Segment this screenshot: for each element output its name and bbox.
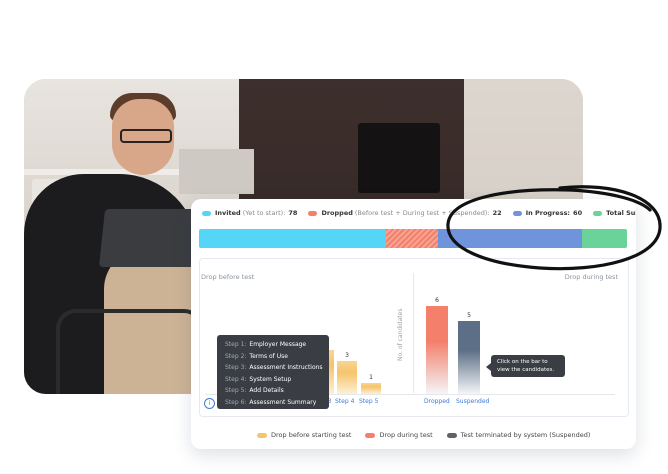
steps-popover: Step 1: Employer Message Step 2: Terms of … <box>217 335 329 409</box>
legend-swatch <box>308 210 318 216</box>
legend-item-suspended: Test terminated by system (Suspended) <box>446 431 591 439</box>
legend-swatch <box>202 210 211 216</box>
step-row: Step 5: Add Details <box>225 385 329 397</box>
step-number: Step 4: <box>225 375 247 383</box>
step-number: Step 1: <box>225 341 247 348</box>
legend-swatch <box>446 432 457 438</box>
bottom-legend: Drop before starting test Drop during te… <box>257 431 604 439</box>
photo-chair <box>56 309 204 394</box>
x-tick-label[interactable]: Suspended <box>456 398 489 405</box>
legend-item-drop-before: Drop before starting test <box>257 431 351 439</box>
y-axis-label: No. of candidates <box>397 308 404 361</box>
bar-value-label: 1 <box>369 374 373 381</box>
step-label: System Setup <box>249 375 292 383</box>
legend-label: Drop during test <box>379 431 433 439</box>
step-number: Step 5: <box>225 387 247 394</box>
bar-dropped[interactable] <box>426 306 448 394</box>
legend-value: 78 <box>288 209 298 217</box>
bar-value-label: 3 <box>345 352 349 359</box>
step-label: Assessment Instructions <box>249 364 323 371</box>
step-row: Step 1: Employer Message <box>225 339 329 351</box>
bar-value-label: 6 <box>435 297 439 305</box>
bar-step-5[interactable] <box>361 383 381 394</box>
bar-suspended[interactable] <box>458 321 480 394</box>
step-label: Terms of Use <box>249 352 288 360</box>
step-row: Step 6: Assessment Summary <box>225 397 329 409</box>
drop-before-test-title: Drop before test <box>201 273 255 281</box>
step-row: Step 4: System Setup <box>225 374 329 386</box>
photo-laptop <box>98 209 201 267</box>
legend-label: Invited <box>215 209 241 217</box>
legend-label: Dropped <box>321 209 353 217</box>
panel-divider <box>413 273 414 393</box>
x-tick-label[interactable]: Step 5 <box>359 398 378 405</box>
legend-item-invited: Invited (Yet to start): 78 <box>202 209 297 217</box>
info-icon[interactable]: i <box>204 398 215 409</box>
stacked-segment-invited[interactable] <box>199 229 386 248</box>
bar-value-label: 5 <box>467 312 471 319</box>
bar-click-tooltip: Click on the bar to view the candidates. <box>486 355 565 377</box>
step-row: Step 2: Terms of Use <box>225 351 329 363</box>
stacked-segment-dropped[interactable] <box>385 229 439 248</box>
step-label: Add Details <box>249 387 284 394</box>
legend-label: Test terminated by system (Suspended) <box>460 431 591 439</box>
step-number: Step 2: <box>225 352 247 360</box>
step-number: Step 6: <box>225 398 247 406</box>
x-tick-label[interactable]: Dropped <box>424 398 450 405</box>
legend-note: (Yet to start): <box>242 209 286 217</box>
x-tick-label[interactable]: Step 4 <box>335 398 354 405</box>
photo-monitor <box>358 123 440 193</box>
highlight-circle <box>446 185 662 271</box>
photo-person-glasses <box>120 129 172 143</box>
step-number: Step 3: <box>225 364 247 371</box>
legend-label: Drop before starting test <box>271 431 352 439</box>
bar-step-4[interactable] <box>337 361 357 394</box>
step-label: Employer Message <box>249 341 307 348</box>
step-label: Assessment Summary <box>249 398 317 406</box>
legend-item-drop-during: Drop during test <box>365 431 433 439</box>
legend-swatch <box>365 432 376 438</box>
step-row: Step 3: Assessment Instructions <box>225 362 329 374</box>
legend-swatch <box>257 432 267 438</box>
photo-boxes <box>179 149 254 194</box>
